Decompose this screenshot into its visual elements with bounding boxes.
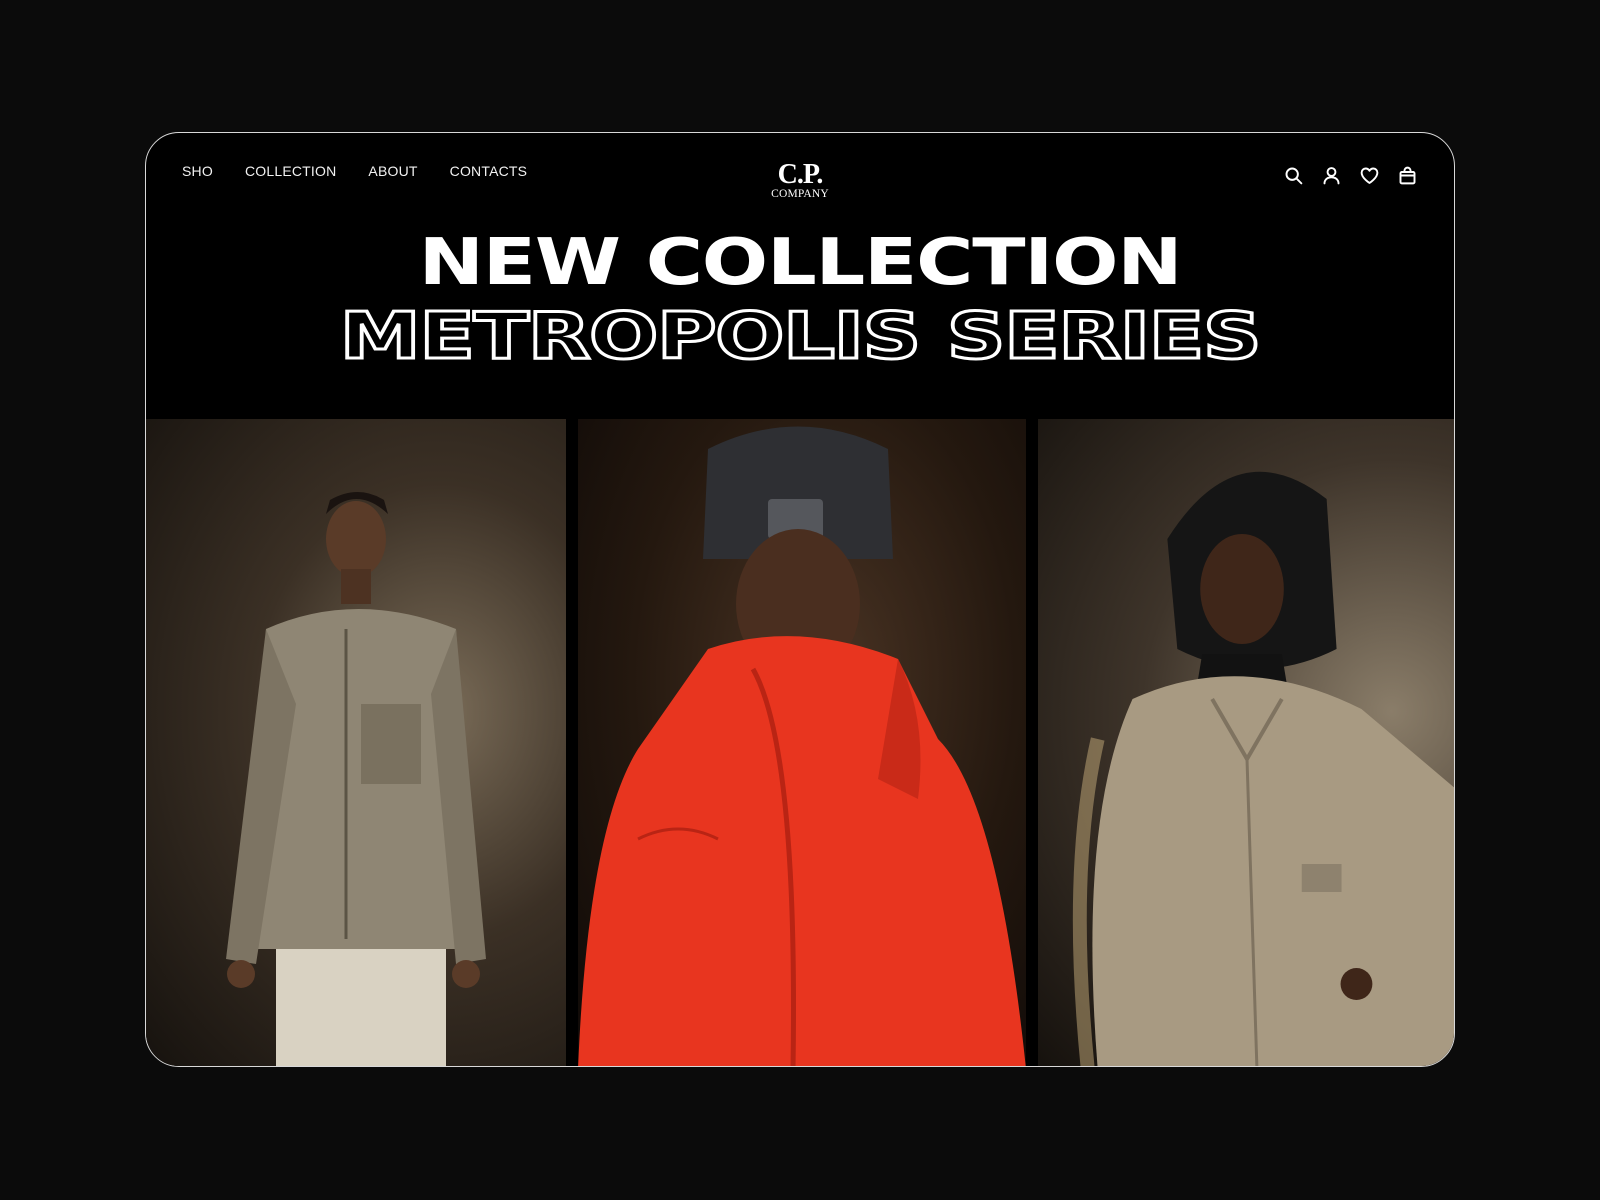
heart-icon[interactable] <box>1359 165 1380 186</box>
logo-sub: COMPANY <box>771 188 829 200</box>
model-1-illustration <box>226 492 486 1066</box>
hero-headline: NEW COLLECTION METROPOLIS SERIES <box>146 226 1454 376</box>
model-photo-beige-jacket[interactable] <box>146 419 566 1066</box>
nav-collection[interactable]: COLLECTION <box>245 163 336 179</box>
model-gallery <box>146 419 1454 1066</box>
hero-subtitle-outline: METROPOLIS SERIES <box>338 299 1264 376</box>
hero-title: NEW COLLECTION <box>418 226 1183 300</box>
header-actions <box>1283 165 1418 186</box>
model-photo-hooded-coat[interactable] <box>1038 419 1454 1066</box>
logo-mark: C.P. <box>777 159 824 190</box>
model-3-illustration <box>1072 471 1454 1066</box>
search-icon[interactable] <box>1283 165 1304 186</box>
model-photo-orange-jacket[interactable] <box>578 419 1026 1066</box>
brand-logo[interactable]: C.P. COMPANY <box>771 161 829 200</box>
nav-shop[interactable]: SHO <box>182 163 213 179</box>
main-nav: SHO COLLECTION ABOUT CONTACTS <box>182 163 527 179</box>
model-2-illustration <box>578 426 1026 1066</box>
nav-contacts[interactable]: CONTACTS <box>450 163 528 179</box>
bag-icon[interactable] <box>1397 165 1418 186</box>
browser-frame: SHO COLLECTION ABOUT CONTACTS C.P. COMPA… <box>145 132 1455 1067</box>
nav-about[interactable]: ABOUT <box>368 163 417 179</box>
account-icon[interactable] <box>1321 165 1342 186</box>
